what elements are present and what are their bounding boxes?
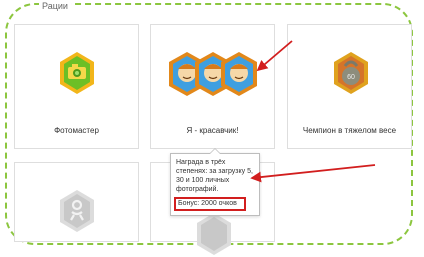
achievement-tooltip: Награда в трёх степенях: за загрузку 5, … xyxy=(170,148,260,216)
odnoklassniki-locked-badge-icon xyxy=(60,190,94,232)
camera-badge-icon xyxy=(60,52,94,94)
achievement-label: Я - красавчик! xyxy=(186,126,239,135)
achievement-card-heavyweight[interactable]: 60 Чемпион в тяжелом весе xyxy=(287,24,412,149)
section-title: Рации xyxy=(39,1,71,11)
achievement-label: Чемпион в тяжелом весе xyxy=(302,126,397,135)
achievement-card-photomaster[interactable]: Фотомастер xyxy=(14,24,139,149)
kettlebell-badge-icon: 60 xyxy=(334,52,368,94)
kettlebell-weight: 60 xyxy=(347,74,355,81)
tooltip-text: Награда в трёх степенях: за загрузку 5, … xyxy=(176,159,253,193)
smiling-face-badge-icon xyxy=(169,52,257,96)
odnoklassniki-locked-badge-icon xyxy=(197,213,231,255)
achievement-card-handsome[interactable]: Я - красавчик! xyxy=(150,24,275,149)
achievement-card-locked[interactable] xyxy=(14,162,139,242)
achievement-label: Фотомастер xyxy=(54,126,99,135)
tooltip-bonus: Бонус: 2000 очков xyxy=(174,197,246,211)
